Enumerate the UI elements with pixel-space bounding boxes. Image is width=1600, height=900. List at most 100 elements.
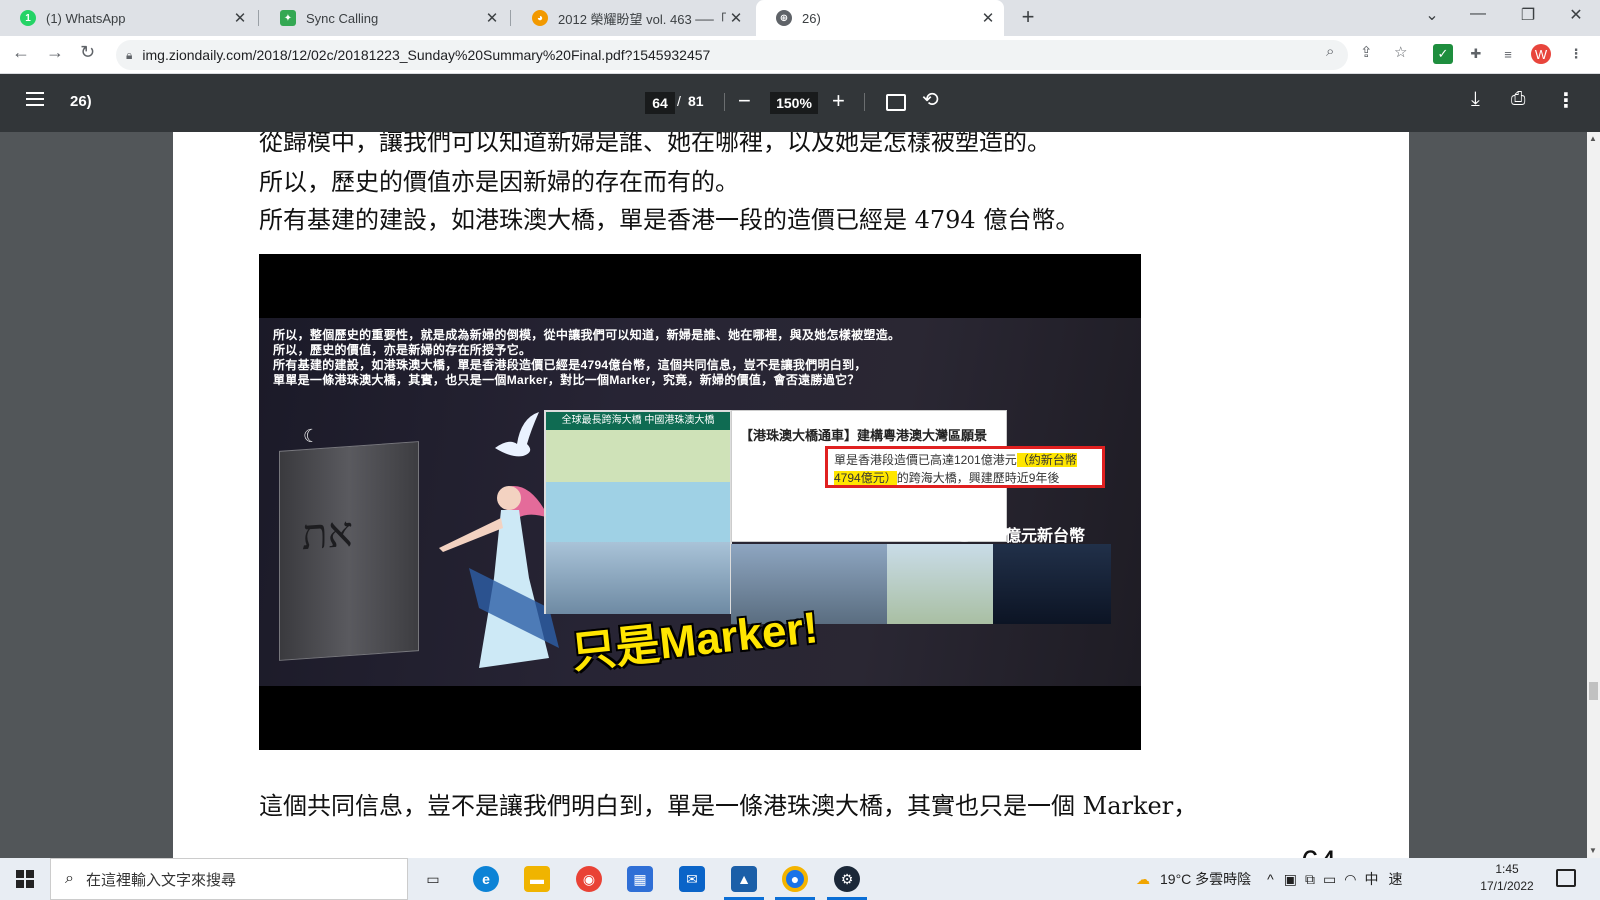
chrome-alt-icon[interactable]: ◉ [576, 866, 602, 892]
sidebar-menu-icon[interactable] [26, 92, 44, 106]
slide-artwork: 所以，整個歷史的重要性，就是成為新婦的倒模，從中讓我們可以知道，新婦是誰、她在哪… [259, 318, 1141, 686]
tab-title: (1) WhatsApp [46, 10, 126, 26]
lock-icon[interactable]: 🔒︎ [126, 48, 132, 63]
tab-title: Sync Calling [306, 10, 379, 26]
cost-callout: 單是香港段造價已高達1201億港元（約新台幣4794億元）的跨海大橋，興建歷時近… [825, 446, 1105, 488]
forward-button[interactable]: → [46, 42, 64, 63]
scroll-down-arrow-icon[interactable]: ▼ [1589, 846, 1597, 855]
battery-icon[interactable]: ▭ [1323, 871, 1336, 888]
tab-glorious-hope[interactable]: ◕ 2012 榮耀盼望 vol. 463 ──「基 ✕ [512, 0, 752, 36]
browser-toolbar: ← → ↻ 🔒︎ img.ziondaily.com/2018/12/02c/2… [0, 36, 1600, 74]
new-tab-button[interactable]: + [1016, 4, 1040, 30]
steam-icon[interactable]: ⚙ [834, 866, 860, 892]
callout-text: 單是香港段造價已高達1201億港元 [834, 453, 1017, 467]
windows-start-icon[interactable] [16, 870, 34, 888]
ime-mode[interactable]: 速 [1388, 869, 1402, 889]
painting-icon: ◕ [532, 10, 548, 26]
chrome-menu-icon[interactable]: ⋮ [1566, 44, 1586, 64]
page-number-label: 64 [1301, 844, 1337, 858]
download-icon[interactable]: ⤓ [1471, 88, 1480, 111]
toolbar-divider [724, 93, 725, 111]
total-pages: 81 [688, 93, 704, 109]
weather-text[interactable]: 19°C 多雲時陰 [1160, 869, 1251, 889]
whatsapp-icon: 1 [20, 10, 36, 26]
tab-pdf-active[interactable]: ⊕ 26) ✕ [756, 0, 1004, 36]
pdf-page: 從歸模中，讓我們可以知道新婦是誰、她在哪裡，以及她是怎樣被塑造的。 所以，歷史的… [173, 132, 1409, 858]
profile-avatar[interactable]: W [1531, 44, 1551, 64]
tab-whatsapp[interactable]: 1 (1) WhatsApp ✕ [0, 0, 256, 36]
scroll-thumb[interactable] [1589, 682, 1598, 700]
zoom-icon[interactable]: ⌕ [1326, 43, 1334, 60]
close-tab-icon[interactable]: ✕ [230, 9, 250, 27]
back-button[interactable]: ← [12, 42, 30, 63]
clock[interactable]: 1:45 17/1/2022 [1470, 861, 1544, 895]
zoom-out-button[interactable]: − [738, 88, 751, 114]
bookmark-star-icon[interactable]: ☆ [1394, 43, 1407, 61]
tab-divider [258, 10, 259, 26]
wifi-icon[interactable]: ◠ [1344, 871, 1356, 888]
reading-list-icon[interactable]: ≡ [1498, 44, 1518, 64]
map-water [546, 482, 730, 542]
news-headline: 【港珠澳大橋通車】建構粵港澳大灣區願景 [740, 428, 988, 443]
file-explorer-icon[interactable]: ▬ [524, 866, 550, 892]
page-text-line: 這個共同信息，豈不是讓我們明白到，單是一條港珠澳大橋，其實也只是一個 Marke… [259, 792, 1198, 820]
clock-date: 17/1/2022 [1480, 879, 1534, 893]
store-icon[interactable]: ▦ [627, 866, 653, 892]
page-number-input[interactable]: 64 [645, 92, 675, 114]
map-photo [887, 544, 993, 624]
rotate-icon[interactable]: ⟲ [922, 87, 939, 112]
scroll-up-arrow-icon[interactable]: ▲ [1589, 134, 1597, 143]
map-title: 全球最長跨海大橋 中國港珠澳大橋 [546, 412, 730, 430]
page-text-line: 從歸模中，讓我們可以知道新婦是誰、她在哪裡，以及她是怎樣被塑造的。 [259, 132, 1051, 156]
minimize-button[interactable]: — [1458, 5, 1498, 23]
mail-icon[interactable]: ✉ [679, 866, 705, 892]
ime-language[interactable]: 中 [1364, 869, 1378, 889]
photos-icon[interactable]: ▲ [731, 866, 757, 892]
clock-time: 1:45 [1495, 862, 1519, 876]
system-tray: ☁ 19°C 多雲時陰 ^ ▣ ⧉ ▭ ◠ 中 速 [1136, 858, 1402, 900]
tab-search-chevron-icon[interactable]: ⌄ [1412, 5, 1452, 25]
chrome-icon[interactable]: ● [782, 866, 808, 892]
meet-now-icon[interactable]: ▣ [1284, 871, 1297, 888]
network-display-icon[interactable]: ⧉ [1305, 871, 1315, 888]
taskbar-search-box[interactable]: ⌕ 在這裡輸入文字來搜尋 [50, 858, 408, 900]
close-window-button[interactable]: ✕ [1556, 5, 1596, 25]
search-icon: ⌕ [65, 870, 74, 887]
page-separator: / [677, 93, 681, 109]
extensions-puzzle-icon[interactable]: ✚ [1466, 44, 1486, 64]
pdf-toolbar: 26) 64 / 81 − 150% + ⟲ ⤓ ⎙ ⋮ [0, 74, 1600, 132]
cost-big-number: 4794 [889, 495, 1013, 553]
page-text-line: 所以，歷史的價值亦是因新婦的存在而有的。 [259, 168, 739, 196]
reload-button[interactable]: ↻ [80, 42, 95, 63]
print-icon[interactable]: ⎙ [1511, 88, 1525, 109]
sync-calling-icon: ✦ [280, 10, 296, 26]
tab-sync-calling[interactable]: ✦ Sync Calling ✕ [260, 0, 508, 36]
zoom-in-button[interactable]: + [832, 88, 845, 114]
cost-unit: 億元新台幣 [1005, 528, 1086, 545]
vertical-scrollbar[interactable]: ▲ ▼ [1587, 132, 1600, 858]
stone-monolith: את [279, 441, 419, 661]
page-text-line: 所有基建的建設，如港珠澳大橋，單是香港一段的造價已經是 4794 億台幣。 [259, 206, 1080, 234]
fit-to-page-icon[interactable] [886, 94, 906, 111]
weather-icon[interactable]: ☁ [1136, 871, 1150, 888]
more-options-icon[interactable]: ⋮ [1556, 88, 1576, 113]
zoom-level-input[interactable]: 150% [770, 92, 818, 114]
checkmark-extension-icon[interactable]: ✓ [1433, 44, 1453, 64]
edge-icon[interactable]: e [473, 866, 499, 892]
share-icon[interactable]: ⇪ [1360, 43, 1373, 61]
tab-strip: 1 (1) WhatsApp ✕ ✦ Sync Calling ✕ ◕ 2012… [0, 0, 1600, 36]
globe-icon: ⊕ [776, 10, 792, 26]
restore-button[interactable]: ❐ [1508, 5, 1548, 25]
close-tab-icon[interactable]: ✕ [726, 9, 746, 27]
close-tab-icon[interactable]: ✕ [978, 9, 998, 27]
task-view-icon[interactable]: ▭ [420, 866, 446, 892]
pdf-viewport[interactable]: 從歸模中，讓我們可以知道新婦是誰、她在哪裡，以及她是怎樣被塑造的。 所以，歷史的… [0, 132, 1587, 858]
tab-divider [510, 10, 511, 26]
address-bar[interactable]: 🔒︎ img.ziondaily.com/2018/12/02c/2018122… [116, 40, 1348, 70]
toolbar-divider [864, 93, 865, 111]
show-hidden-icons-icon[interactable]: ^ [1267, 871, 1274, 887]
close-tab-icon[interactable]: ✕ [482, 9, 502, 27]
url-text[interactable]: img.ziondaily.com/2018/12/02c/20181223_S… [142, 47, 1348, 63]
windows-taskbar: ⌕ 在這裡輸入文字來搜尋 ▭ e ▬ ◉ ▦ ✉ ▲ ● ⚙ ☁ 19°C 多雲… [0, 858, 1600, 900]
notification-center-icon[interactable] [1556, 869, 1576, 887]
